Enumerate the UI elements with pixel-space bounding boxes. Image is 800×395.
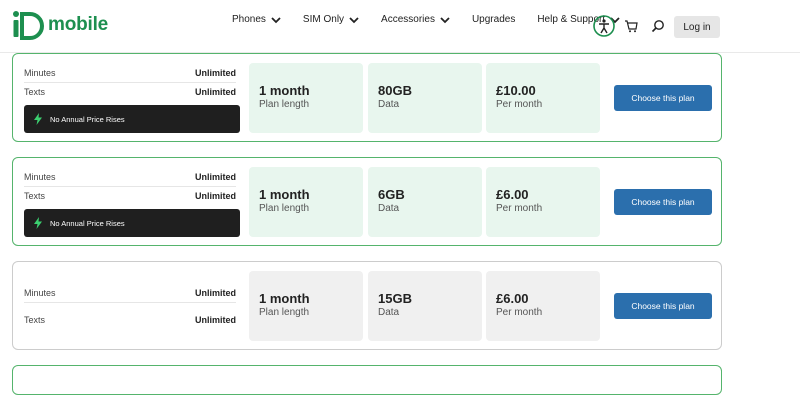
choose-plan-button[interactable]: Choose this plan [614,85,712,111]
accessibility-icon[interactable] [593,15,615,37]
minutes-row: Minutes Unlimited [24,172,236,184]
price-value: £10.00 [496,83,536,98]
price-label: Per month [496,307,543,318]
price-label: Per month [496,99,543,110]
texts-label: Texts [24,315,46,325]
data-value: 15GB [378,291,412,306]
cart-icon[interactable] [624,19,638,33]
nav-label: Upgrades [471,14,516,25]
login-button[interactable]: Log in [674,16,720,38]
minutes-value: Unlimited [194,68,236,78]
chevron-down-icon [349,16,359,23]
minutes-value: Unlimited [194,172,236,182]
divider [24,186,236,187]
nav-label: Accessories [381,14,435,25]
minutes-value: Unlimited [194,288,236,298]
price-label: Per month [496,203,543,214]
chevron-down-icon [440,16,450,23]
id-logo-icon [13,11,44,40]
badge-text: No Annual Price Rises [50,218,125,228]
minutes-label: Minutes [24,68,56,78]
texts-label: Texts [24,191,46,201]
nav-label: Phones [232,14,266,25]
badge-text: No Annual Price Rises [50,114,125,124]
plan-length-label: Plan length [259,307,310,318]
plan-length-label: Plan length [259,99,310,110]
data-box: 80GB Data [368,63,482,133]
minutes-row: Minutes Unlimited [24,288,236,300]
data-value: 6GB [378,187,405,202]
data-label: Data [378,99,400,110]
minutes-label: Minutes [24,288,56,298]
no-price-rise-badge: No Annual Price Rises [24,209,240,237]
site-header: mobile Phones SIM Only Accessories Upgra… [0,0,800,53]
plan-length-value: 1 month [259,83,310,98]
minutes-row: Minutes Unlimited [24,68,236,80]
texts-value: Unlimited [194,315,236,325]
plan-card: Minutes Unlimited Texts Unlimited No Ann… [12,157,722,246]
data-label: Data [378,203,400,214]
texts-row: Texts Unlimited [24,191,236,203]
plan-length-box: 1 month Plan length [249,63,363,133]
logo-text: mobile [48,14,109,35]
price-box: £10.00 Per month [486,63,600,133]
price-value: £6.00 [496,291,529,306]
data-box: 6GB Data [368,167,482,237]
nav-phones[interactable]: Phones [232,14,281,25]
plan-length-label: Plan length [259,203,310,214]
plan-length-box: 1 month Plan length [249,271,363,341]
plan-card [12,365,722,395]
bolt-icon [34,217,42,229]
plan-card: Minutes Unlimited Texts Unlimited No Ann… [12,53,722,142]
texts-row: Texts Unlimited [24,315,236,327]
bolt-icon [34,113,42,125]
choose-plan-button[interactable]: Choose this plan [614,293,712,319]
divider [24,302,236,303]
texts-label: Texts [24,87,46,97]
no-price-rise-badge: No Annual Price Rises [24,105,240,133]
data-label: Data [378,307,400,318]
data-box: 15GB Data [368,271,482,341]
nav-label: SIM Only [302,14,345,25]
texts-value: Unlimited [194,87,236,97]
plan-card: Minutes Unlimited Texts Unlimited 1 mont… [12,261,722,350]
brand-logo[interactable]: mobile [12,10,108,40]
minutes-label: Minutes [24,172,56,182]
main-nav: Phones SIM Only Accessories Upgrades Hel… [232,14,642,25]
plan-length-box: 1 month Plan length [249,167,363,237]
nav-accessories[interactable]: Accessories [381,14,450,25]
plan-length-value: 1 month [259,291,310,306]
data-value: 80GB [378,83,412,98]
divider [24,82,236,83]
plan-length-value: 1 month [259,187,310,202]
choose-plan-button[interactable]: Choose this plan [614,189,712,215]
price-value: £6.00 [496,187,529,202]
search-icon[interactable] [651,19,665,33]
nav-sim-only[interactable]: SIM Only [303,14,359,25]
texts-row: Texts Unlimited [24,87,236,99]
chevron-down-icon [271,16,281,23]
price-box: £6.00 Per month [486,271,600,341]
nav-upgrades[interactable]: Upgrades [472,14,515,25]
texts-value: Unlimited [194,191,236,201]
price-box: £6.00 Per month [486,167,600,237]
